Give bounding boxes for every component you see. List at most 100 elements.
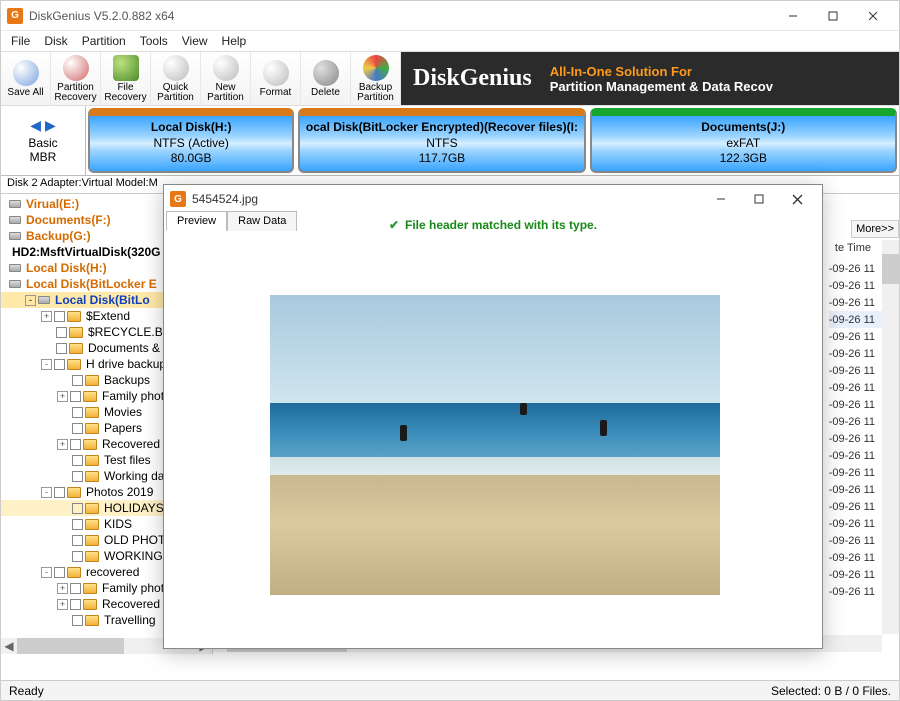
menu-tools[interactable]: Tools — [134, 32, 174, 50]
checkbox[interactable] — [72, 375, 83, 386]
checkbox[interactable] — [72, 407, 83, 418]
tool-delete[interactable]: Delete — [301, 52, 351, 105]
checkbox[interactable] — [72, 471, 83, 482]
folder-icon — [67, 311, 81, 322]
app-icon: G — [7, 8, 23, 24]
preview-app-icon: G — [170, 191, 186, 207]
menu-disk[interactable]: Disk — [38, 32, 73, 50]
checkbox[interactable] — [72, 551, 83, 562]
partition-i[interactable]: ocal Disk(BitLocker Encrypted)(Recover f… — [298, 108, 585, 173]
menu-help[interactable]: Help — [216, 32, 253, 50]
brand-tagline-2: Partition Management & Data Recov — [550, 79, 773, 94]
tool-backup-partition[interactable]: Backup Partition — [351, 52, 401, 105]
tab-raw-data[interactable]: Raw Data — [227, 211, 297, 231]
close-button[interactable] — [853, 2, 893, 30]
checkbox[interactable] — [70, 599, 81, 610]
folder-icon — [85, 615, 99, 626]
new-partition-icon — [213, 55, 239, 81]
checkbox[interactable] — [72, 519, 83, 530]
checkbox[interactable] — [56, 343, 67, 354]
tree-label: Papers — [104, 421, 142, 435]
folder-icon — [67, 487, 81, 498]
checkbox[interactable] — [54, 567, 65, 578]
expand-icon[interactable]: + — [57, 439, 68, 450]
menu-view[interactable]: View — [176, 32, 214, 50]
folder-icon — [85, 471, 99, 482]
tree-label: Test files — [104, 453, 151, 467]
folder-icon — [85, 407, 99, 418]
folder-icon — [83, 583, 97, 594]
checkbox[interactable] — [72, 615, 83, 626]
folder-icon — [83, 439, 97, 450]
checkbox[interactable] — [54, 359, 65, 370]
expand-icon[interactable]: + — [41, 311, 52, 322]
folder-icon — [85, 519, 99, 530]
checkbox[interactable] — [72, 423, 83, 434]
expand-icon[interactable]: - — [41, 487, 52, 498]
checkbox[interactable] — [56, 327, 67, 338]
brand-tagline-1: All-In-One Solution For — [550, 64, 692, 79]
toolbar: Save All Partition Recovery File Recover… — [1, 51, 899, 106]
disk-mbr: MBR — [30, 150, 57, 164]
tree-label: Family phot — [102, 389, 164, 403]
drive-icon — [38, 296, 50, 304]
folder-icon — [69, 343, 83, 354]
checkbox[interactable] — [54, 311, 65, 322]
folder-icon — [85, 551, 99, 562]
tool-partition-recovery[interactable]: Partition Recovery — [51, 52, 101, 105]
expand-icon[interactable]: - — [41, 359, 52, 370]
menu-file[interactable]: File — [5, 32, 36, 50]
tree-label: Recovered — [102, 437, 160, 451]
expand-icon[interactable]: + — [57, 583, 68, 594]
partition-j[interactable]: Documents(J:) exFAT 122.3GB — [590, 108, 897, 173]
minimize-button[interactable] — [773, 2, 813, 30]
tree-label: Backup(G:) — [26, 229, 91, 243]
maximize-button[interactable] — [813, 2, 853, 30]
more-button[interactable]: More>> — [851, 220, 899, 238]
drive-icon — [9, 280, 21, 288]
tool-file-recovery[interactable]: File Recovery — [101, 52, 151, 105]
tree-label: recovered — [86, 565, 139, 579]
folder-icon — [83, 391, 97, 402]
titlebar: G DiskGenius V5.2.0.882 x64 — [1, 1, 899, 31]
checkbox[interactable] — [72, 455, 83, 466]
backup-icon — [363, 55, 389, 81]
drive-icon — [9, 200, 21, 208]
vertical-scrollbar[interactable] — [882, 240, 899, 634]
menubar: File Disk Partition Tools View Help — [1, 31, 899, 51]
checkbox[interactable] — [72, 503, 83, 514]
tool-save-all[interactable]: Save All — [1, 52, 51, 105]
tab-preview[interactable]: Preview — [166, 211, 227, 231]
preview-maximize-button[interactable] — [740, 186, 778, 212]
expand-icon[interactable]: - — [25, 295, 36, 306]
status-right: Selected: 0 B / 0 Files. — [771, 684, 891, 698]
disk-nav: ◀ ▶ BasicMBR — [1, 106, 86, 175]
tool-quick-partition[interactable]: Quick Partition — [151, 52, 201, 105]
preview-titlebar[interactable]: G 5454524.jpg — [164, 185, 822, 213]
expand-icon[interactable]: + — [57, 599, 68, 610]
checkbox[interactable] — [54, 487, 65, 498]
tree-label: H drive backup — [86, 357, 166, 371]
expand-icon[interactable]: - — [41, 567, 52, 578]
tree-label: $Extend — [86, 309, 130, 323]
tree-label: KIDS — [104, 517, 132, 531]
checkbox[interactable] — [72, 535, 83, 546]
preview-close-button[interactable] — [778, 186, 816, 212]
tool-new-partition[interactable]: New Partition — [201, 52, 251, 105]
partition-h[interactable]: Local Disk(H:) NTFS (Active) 80.0GB — [88, 108, 294, 173]
magnify-icon — [63, 55, 89, 81]
folder-icon — [69, 327, 83, 338]
checkbox[interactable] — [70, 391, 81, 402]
checkbox[interactable] — [70, 439, 81, 450]
folder-icon — [83, 599, 97, 610]
tree-label: $RECYCLE.BIN — [88, 325, 175, 339]
save-icon — [13, 60, 39, 86]
nav-arrows[interactable]: ◀ ▶ — [30, 117, 55, 134]
preview-minimize-button[interactable] — [702, 186, 740, 212]
checkbox[interactable] — [70, 583, 81, 594]
menu-partition[interactable]: Partition — [76, 32, 132, 50]
tool-format[interactable]: Format — [251, 52, 301, 105]
expand-icon[interactable]: + — [57, 391, 68, 402]
tree-label: HD2:MsftVirtualDisk(320G — [12, 245, 161, 259]
tree-label: Movies — [104, 405, 142, 419]
